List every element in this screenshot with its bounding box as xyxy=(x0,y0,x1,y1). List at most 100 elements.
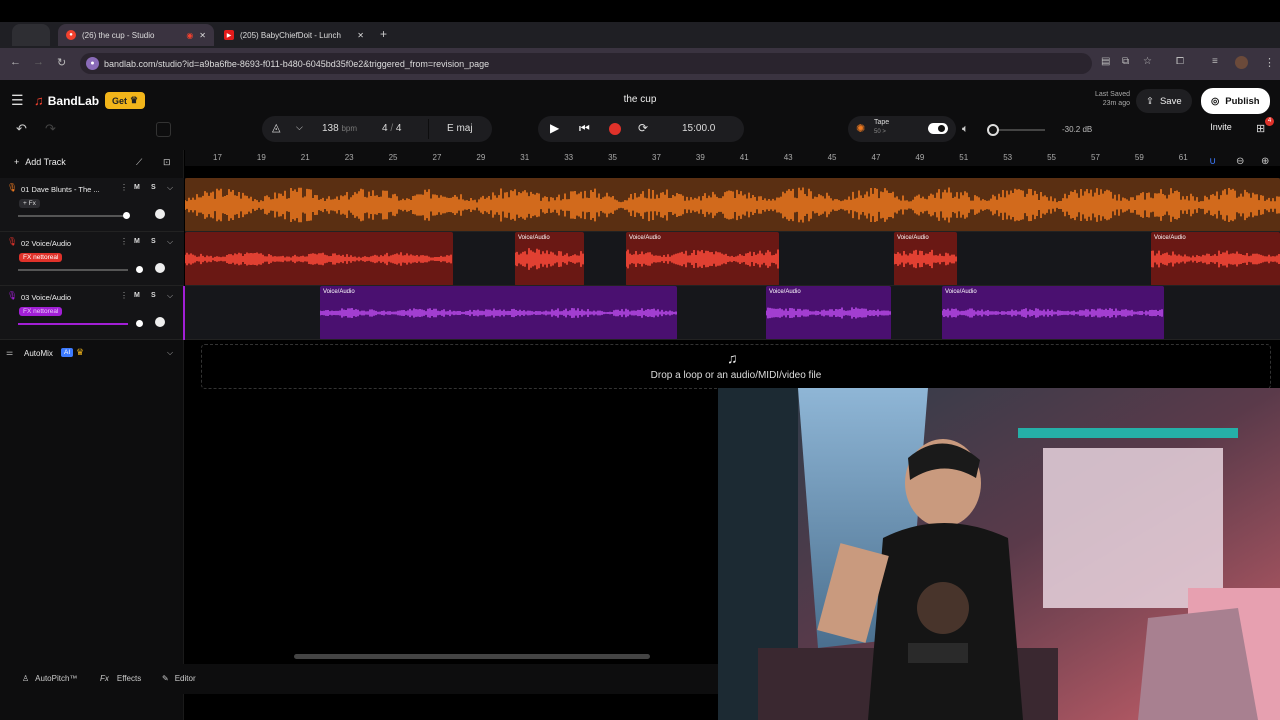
tempo-field[interactable]: 138 bpm xyxy=(322,123,357,134)
tape-toggle[interactable] xyxy=(928,123,948,134)
browser-menu-icon[interactable]: ⋮ xyxy=(1264,56,1275,69)
key-field[interactable]: E maj xyxy=(428,119,490,139)
extension-icon[interactable]: ⧠ xyxy=(1176,56,1184,67)
solo-button[interactable]: S xyxy=(151,238,156,245)
time-display[interactable]: 15:00.0 xyxy=(682,123,715,134)
chevron-down-icon[interactable]: ⌵ xyxy=(167,183,173,193)
chevron-down-icon[interactable]: ⌵ xyxy=(296,122,303,133)
close-tab-icon[interactable]: ✕ xyxy=(199,31,206,40)
media-icon[interactable]: ≡ xyxy=(1212,56,1218,67)
redo-icon[interactable]: ↷ xyxy=(45,121,56,137)
cast-icon[interactable]: ⧉ xyxy=(1122,56,1129,67)
editor-button[interactable]: ✎ Editor xyxy=(162,674,196,683)
chevron-down-icon[interactable]: ⌵ xyxy=(167,291,173,301)
ruler-bar-label: 43 xyxy=(783,153,793,162)
track-lane-02[interactable]: Voice/Audio Voice/Audio Voice/Audio Voice/A… xyxy=(185,232,1280,286)
volume-handle[interactable] xyxy=(987,124,999,136)
track-name[interactable]: 03 Voice/Audio xyxy=(21,293,71,302)
solo-button[interactable]: S xyxy=(151,184,156,191)
autopitch-button[interactable]: ♙ AutoPitch™ xyxy=(22,674,77,683)
mute-button[interactable]: M xyxy=(134,184,140,191)
tab-studio[interactable]: ● (26) the cup - Studio ◉ ✕ xyxy=(58,24,214,46)
chevron-down-icon[interactable]: ⌵ xyxy=(167,237,173,247)
skip-back-icon[interactable]: ⏮ xyxy=(579,121,590,136)
loop-icon[interactable]: ⟳ xyxy=(638,121,648,135)
get-membership-button[interactable]: Get ♛ xyxy=(105,92,146,109)
audio-clip[interactable]: Voice/Audio xyxy=(515,232,584,285)
track-volume-slider[interactable] xyxy=(18,320,143,327)
reload-icon[interactable]: ↻ xyxy=(57,56,66,69)
back-icon[interactable]: ← xyxy=(10,56,21,68)
ruler-bar-label: 23 xyxy=(344,153,354,162)
automix-row[interactable]: ⚌ AutoMix AI ♛ ⌵ xyxy=(0,344,184,364)
effects-button[interactable]: Fx Effects xyxy=(100,674,141,683)
solo-button[interactable]: S xyxy=(151,292,156,299)
track-name[interactable]: 01 Dave Blunts - The ... xyxy=(21,185,100,194)
save-button[interactable]: ⇪ Save xyxy=(1136,89,1192,113)
sidebar-toggle-icon[interactable] xyxy=(156,122,171,137)
tab-group-pill[interactable] xyxy=(12,24,50,46)
speaker-icon[interactable]: 🔈︎ xyxy=(962,123,969,136)
audio-clip[interactable]: Voice/Audio xyxy=(1151,232,1280,285)
track-more-icon[interactable]: ⋮ xyxy=(120,291,128,300)
timeline-ruler[interactable]: 17 19 21 23 25 27 29 31 33 35 37 39 41 43 45 47 49 51 53 55… xyxy=(185,150,1280,166)
publish-button[interactable]: ◎ Publish xyxy=(1201,88,1270,114)
track-header-03[interactable]: 🎙︎ 03 Voice/Audio ⋮ M S ⌵ FX nettoreal xyxy=(0,286,184,340)
pan-knob[interactable] xyxy=(155,317,165,327)
play-icon[interactable]: ▶ xyxy=(550,121,559,135)
new-tab-button[interactable]: + xyxy=(380,27,387,41)
mute-button[interactable]: M xyxy=(134,238,140,245)
automation-icon[interactable]: ⟋ xyxy=(136,157,142,168)
hamburger-menu-icon[interactable]: ☰ xyxy=(11,92,24,109)
track-more-icon[interactable]: ⋮ xyxy=(120,237,128,246)
fx-badge[interactable]: + Fx xyxy=(19,199,40,208)
mute-button[interactable]: M xyxy=(134,292,140,299)
track-header-02[interactable]: 🎙︎ 02 Voice/Audio ⋮ M S ⌵ FX nettoreal xyxy=(0,232,184,286)
forward-icon[interactable]: → xyxy=(33,56,44,68)
fx-badge[interactable]: FX nettoreal xyxy=(19,307,63,316)
chevron-down-icon[interactable]: ⌵ xyxy=(167,348,173,358)
audio-clip[interactable]: Voice/Audio xyxy=(942,286,1164,339)
reader-icon[interactable]: ▤ xyxy=(1101,56,1110,67)
track-lane-03[interactable]: Voice/Audio Voice/Audio Voice/Audio xyxy=(185,286,1280,340)
time-signature[interactable]: 4 / 4 xyxy=(382,123,401,134)
track-more-icon[interactable]: ⋮ xyxy=(120,183,128,192)
pan-knob[interactable] xyxy=(155,263,165,273)
tape-sub[interactable]: 50 > xyxy=(874,129,886,135)
track-volume-slider[interactable] xyxy=(18,212,130,219)
undo-icon[interactable]: ↶ xyxy=(16,121,27,137)
profile-avatar[interactable] xyxy=(1235,56,1248,69)
audio-clip[interactable]: Voice/Audio xyxy=(766,286,891,339)
bandlab-logo[interactable]: ♫ BandLab xyxy=(34,93,99,108)
add-track-button[interactable]: + Add Track xyxy=(14,157,66,167)
track-volume-slider[interactable] xyxy=(18,266,143,273)
invite-button[interactable]: Invite xyxy=(1200,122,1242,138)
track-name[interactable]: 02 Voice/Audio xyxy=(21,239,71,248)
project-title[interactable]: the cup xyxy=(560,94,720,105)
audio-clip[interactable]: Voice/Audio xyxy=(894,232,957,285)
audio-clip[interactable] xyxy=(185,178,1280,231)
zoom-in-icon[interactable]: ⊕ xyxy=(1261,156,1269,167)
timeline-scrollbar[interactable] xyxy=(294,654,650,659)
pan-knob[interactable] xyxy=(155,209,165,219)
bandlab-favicon-icon: ● xyxy=(66,30,76,40)
url-field[interactable]: ● bandlab.com/studio?id=a9ba6fbe-8693-f0… xyxy=(80,53,1092,74)
gift-icon[interactable]: ⊞ xyxy=(1256,122,1265,135)
fx-badge[interactable]: FX nettoreal xyxy=(19,253,63,262)
audio-clip[interactable]: Voice/Audio xyxy=(626,232,779,285)
zoom-out-icon[interactable]: ⊖ xyxy=(1236,156,1244,167)
fit-view-icon[interactable]: ⊡ xyxy=(163,157,171,168)
track-lane-01[interactable] xyxy=(185,178,1280,232)
audio-clip[interactable]: Voice/Audio xyxy=(320,286,677,339)
close-tab-icon[interactable]: ✕ xyxy=(357,31,364,40)
record-icon[interactable] xyxy=(609,123,621,135)
master-volume-slider[interactable] xyxy=(993,129,1045,131)
tab-youtube[interactable]: ▶ (205) BabyChiefDoit - Lunch ✕ xyxy=(216,24,372,46)
bookmark-star-icon[interactable]: ☆ xyxy=(1143,56,1152,67)
editor-label: Editor xyxy=(174,674,196,683)
audio-clip[interactable] xyxy=(185,232,453,285)
site-info-icon[interactable]: ● xyxy=(86,57,99,70)
metronome-icon[interactable]: ◬ xyxy=(272,121,280,134)
track-header-01[interactable]: 🎙︎ 01 Dave Blunts - The ... ⋮ M S ⌵ + Fx xyxy=(0,178,184,232)
snap-magnet-icon[interactable]: ∪ xyxy=(1209,156,1216,167)
